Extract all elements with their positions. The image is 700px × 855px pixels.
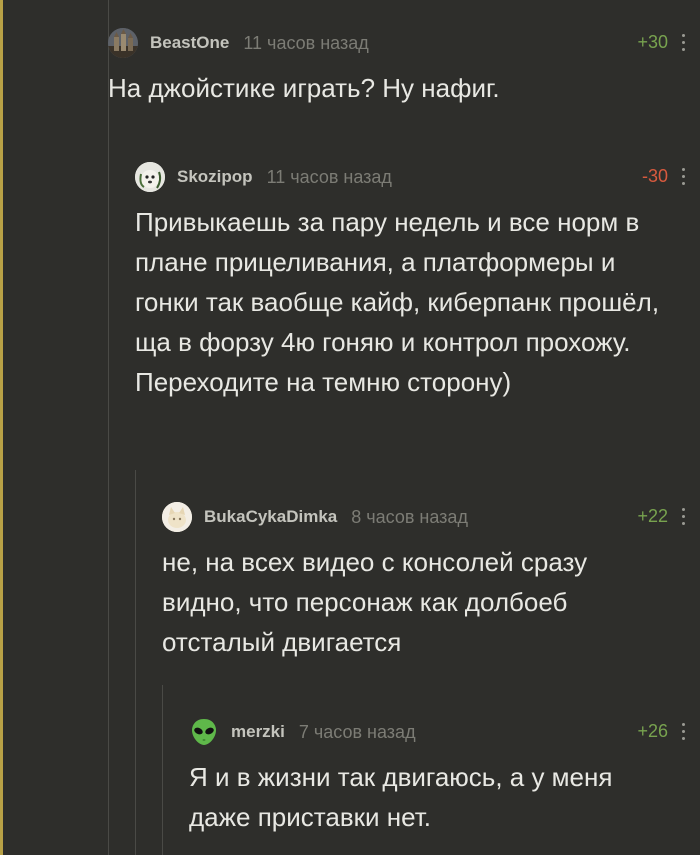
cat-avatar-icon[interactable] [162,502,192,532]
username[interactable]: merzki [231,722,285,742]
comment-header: merzki 7 часов назад +26 [189,717,700,747]
thread-accent-bar [0,0,3,855]
thread-branch-line[interactable] [108,0,109,855]
rating: +26 [637,721,668,741]
comment-merzki: merzki 7 часов назад +26 Я и в жизни так… [189,717,700,837]
username[interactable]: Skozipop [177,167,253,187]
more-options-icon[interactable] [680,165,686,187]
timestamp[interactable]: 11 часов назад [267,167,392,188]
comment-header: BukaCykaDimka 8 часов назад +22 [162,502,700,532]
castle-avatar-icon[interactable] [108,28,138,58]
comment-header: Skozipop 11 часов назад -30 [135,162,700,192]
comment-text: не, на всех видео с консолей сразу видно… [162,547,588,657]
comment-bukacykadimka: BukaCykaDimka 8 часов назад +22 не, на в… [162,502,700,662]
more-options-icon[interactable] [680,31,686,53]
dog-avatar-icon[interactable] [135,162,165,192]
more-options-icon[interactable] [680,505,686,527]
thread-branch-line[interactable] [135,470,136,855]
timestamp[interactable]: 7 часов назад [299,722,416,743]
comment-skozipop: Skozipop 11 часов назад -30 Привыкаешь з… [135,162,700,402]
timestamp[interactable]: 8 часов назад [351,507,468,528]
comment-beastone: BeastOne 11 часов назад +30 На джойстике… [108,28,700,108]
comment-text: На джойстике играть? Ну нафиг. [108,73,500,103]
alien-avatar-icon[interactable] [189,717,219,747]
username[interactable]: BeastOne [150,33,229,53]
rating: +30 [637,32,668,52]
rating: +22 [637,506,668,526]
comment-header: BeastOne 11 часов назад +30 [108,28,700,58]
timestamp[interactable]: 11 часов назад [243,33,368,54]
thread-branch-line[interactable] [162,685,163,855]
comment-text: Привыкаешь за пару недель и все норм в п… [135,207,660,397]
username[interactable]: BukaCykaDimka [204,507,337,527]
more-options-icon[interactable] [680,720,686,742]
comment-text: Я и в жизни так двигаюсь, а у меня даже … [189,762,613,832]
rating: -30 [641,166,668,186]
